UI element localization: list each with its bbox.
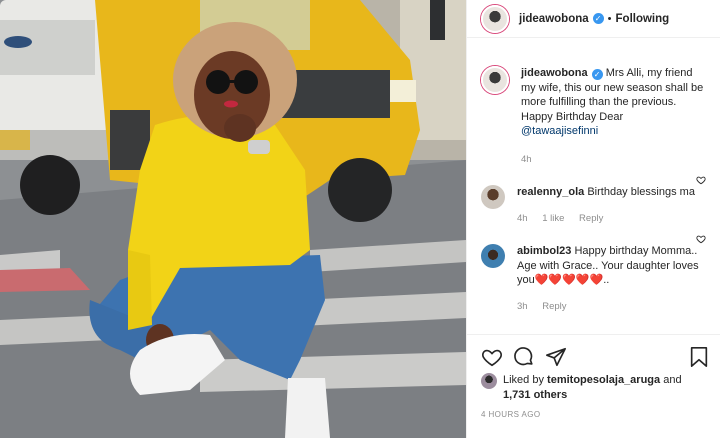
likes-text: Liked by temitopesolaja_aruga and 1,731 … [503,373,682,402]
comment-likes[interactable]: 1 like [542,213,564,224]
comment-item: abimbol23 Happy birthday Momma.. Age wit… [467,226,720,314]
bookmark-icon[interactable] [688,346,710,368]
caption-username[interactable]: jideawobona [521,67,588,79]
comment-time[interactable]: 4h [517,213,528,224]
post-side-panel: jideawobona ✓ • Following jideawobona ✓ M… [466,0,720,438]
commenter-avatar[interactable] [481,244,505,268]
author-avatar[interactable] [481,4,509,33]
verified-badge-icon: ✓ [591,69,603,80]
caption: jideawobona ✓ Mrs Alli, my friend my wife… [467,39,720,167]
separator-dot: • [607,12,612,25]
post-actions-bar: Liked by temitopesolaja_aruga and 1,731 … [467,334,720,438]
action-icons-row [467,335,720,371]
post-timestamp[interactable]: 4 HOURS AGO [467,402,720,419]
comment-username[interactable]: abimbol23 [517,245,571,257]
comment-username[interactable]: realenny_ola [517,186,584,198]
heart-icon[interactable] [696,234,706,244]
liker-username[interactable]: temitopesolaja_aruga [547,374,660,386]
verified-badge-icon: ✓ [592,13,604,24]
liked-by-prefix: Liked by [503,374,544,386]
caption-mention-link[interactable]: @tawaajisefinni [521,125,598,137]
comments-list[interactable]: jideawobona ✓ Mrs Alli, my friend my wife… [467,39,720,334]
comment-icon[interactable] [513,346,535,368]
comment-meta: 3h Reply [517,300,706,315]
comment-reply-button[interactable]: Reply [579,213,603,224]
author-username[interactable]: jideawobona [519,13,589,25]
comment-meta: 4h 1 like Reply [517,212,706,227]
comment-text: Birthday blessings ma [587,186,695,198]
comment-text-block: realenny_ola Birthday blessings ma [517,185,706,200]
likes-others-link[interactable]: 1,731 others [503,389,567,401]
share-icon[interactable] [545,346,567,368]
comment-reply-button[interactable]: Reply [542,301,566,312]
commenter-avatar[interactable] [481,185,505,209]
likes-and: and [663,374,682,386]
comment-text-block: abimbol23 Happy birthday Momma.. Age wit… [517,244,706,288]
caption-author-avatar[interactable] [481,66,509,94]
likes-summary: Liked by temitopesolaja_aruga and 1,731 … [467,373,720,402]
caption-time[interactable]: 4h [521,154,532,165]
post-image-illustration [0,0,466,438]
heart-icon[interactable] [696,175,706,185]
post-header: jideawobona ✓ • Following [467,0,720,38]
comment-time[interactable]: 3h [517,301,528,312]
comment-item: realenny_ola Birthday blessings ma 4h 1 … [467,167,720,226]
heart-icon[interactable] [481,346,503,368]
caption-meta: 4h [521,153,706,168]
caption-text-block: jideawobona ✓ Mrs Alli, my friend my wife… [521,66,706,139]
post-photo[interactable] [0,0,466,438]
following-button[interactable]: Following [616,13,670,25]
liker-avatar[interactable] [481,373,497,389]
caption-line2: Happy Birthday Dear [521,110,624,123]
